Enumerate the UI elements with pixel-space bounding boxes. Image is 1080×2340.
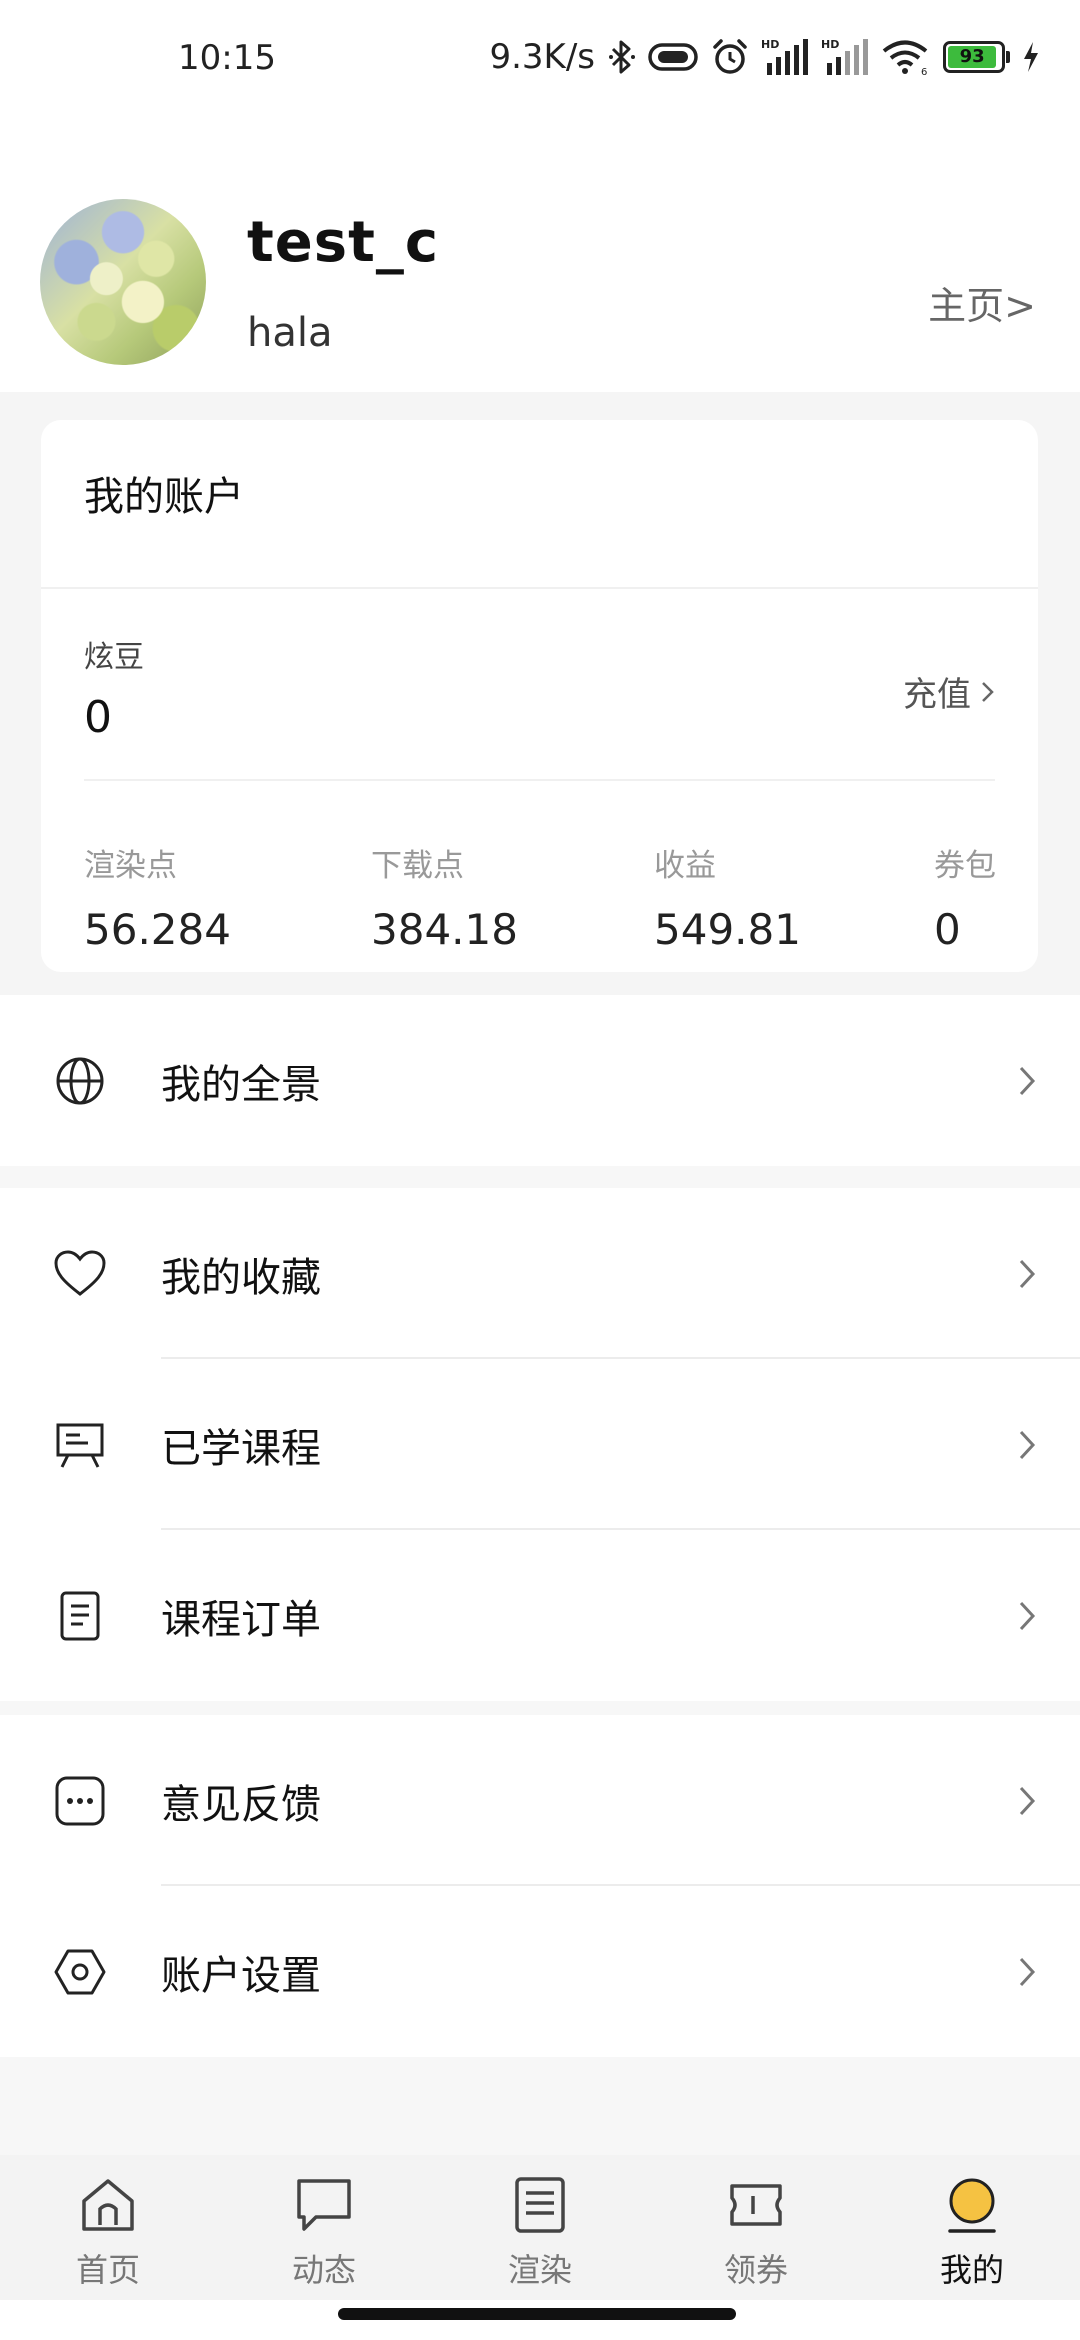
stat-value: 0 <box>934 905 961 954</box>
menu-group-learning: 我的收藏 已学课程 课程订单 <box>0 1188 1080 1701</box>
status-icons: 9.3K/s HD HD 6 93 <box>489 34 1040 80</box>
chevron-right-icon <box>1019 1601 1036 1630</box>
chat-dots-icon <box>52 1773 108 1829</box>
tab-label: 我的 <box>939 2251 1004 2289</box>
signal-hd-icon: HD <box>821 37 869 77</box>
globe-icon <box>52 1053 108 1109</box>
recharge-label: 充值 <box>903 675 971 715</box>
divider <box>84 779 995 781</box>
menu-group-panorama: 我的全景 <box>0 995 1080 1166</box>
svg-text:HD: HD <box>821 38 839 51</box>
wifi-icon: 6 <box>881 38 931 76</box>
svg-text:6: 6 <box>921 67 927 76</box>
bluetooth-icon <box>609 39 635 75</box>
account-title: 我的账户 <box>84 474 244 520</box>
menu-item-feedback[interactable]: 意见反馈 <box>0 1715 1080 1886</box>
hexagon-settings-icon <box>52 1944 108 2000</box>
chevron-right-icon <box>1019 1259 1036 1288</box>
bottom-tab-bar: 首页 动态 渲染 领券 我的 <box>0 2155 1080 2300</box>
tab-label: 渲染 <box>507 2251 572 2289</box>
menu-item-course-orders[interactable]: 课程订单 <box>0 1530 1080 1701</box>
heart-icon <box>52 1246 108 1302</box>
menu-label: 我的收藏 <box>161 1254 321 1301</box>
home-icon <box>76 2173 140 2237</box>
menu-group-support: 意见反馈 账户设置 <box>0 1715 1080 2057</box>
tab-label: 动态 <box>291 2251 356 2289</box>
stat-label: 渲染点 <box>84 848 177 884</box>
chevron-right-icon <box>1019 1430 1036 1459</box>
presentation-board-icon <box>52 1417 108 1473</box>
chevron-right-icon <box>1019 1957 1036 1986</box>
stat-render-points[interactable]: 渲染点 56.284 <box>84 840 231 954</box>
stat-label: 券包 <box>934 848 996 884</box>
network-speed: 9.3K/s <box>489 37 595 77</box>
profile-page: 10:15 9.3K/s HD HD 6 93 test_c hala 主页> … <box>0 0 1080 2340</box>
tab-mine[interactable]: 我的 <box>864 2155 1080 2300</box>
home-indicator[interactable] <box>338 2308 736 2320</box>
tab-label: 首页 <box>75 2251 140 2289</box>
menu-label: 我的全景 <box>161 1061 321 1108</box>
stat-label: 收益 <box>654 848 716 884</box>
ticket-icon <box>724 2173 788 2237</box>
username: test_c <box>247 210 440 275</box>
bean-value: 0 <box>84 692 112 743</box>
message-icon <box>292 2173 356 2237</box>
profile-header: test_c hala 主页> <box>0 120 1080 392</box>
alarm-icon <box>711 38 749 76</box>
tab-coupons[interactable]: 领券 <box>648 2155 864 2300</box>
status-bar: 10:15 9.3K/s HD HD 6 93 <box>0 0 1080 120</box>
divider <box>41 587 1038 589</box>
stat-earnings[interactable]: 收益 549.81 <box>654 840 801 954</box>
chevron-right-icon <box>982 681 994 702</box>
vibrate-icon <box>647 40 699 74</box>
document-icon <box>52 1588 108 1644</box>
profile-circle-icon <box>940 2173 1004 2237</box>
tab-render[interactable]: 渲染 <box>432 2155 648 2300</box>
gesture-area <box>0 2300 1080 2340</box>
menu-item-favorites[interactable]: 我的收藏 <box>0 1188 1080 1359</box>
stat-value: 56.284 <box>84 905 231 954</box>
stat-coupon-pack[interactable]: 券包 0 <box>934 840 996 954</box>
list-icon <box>508 2173 572 2237</box>
svg-text:HD: HD <box>761 38 779 51</box>
stat-value: 384.18 <box>371 905 518 954</box>
menu-label: 账户设置 <box>161 1952 321 1999</box>
charging-icon <box>1022 41 1040 73</box>
stat-label: 下载点 <box>371 848 464 884</box>
chevron-right-icon <box>1019 1066 1036 1095</box>
tab-home[interactable]: 首页 <box>0 2155 216 2300</box>
menu-label: 意见反馈 <box>161 1781 321 1828</box>
stat-download-points[interactable]: 下载点 384.18 <box>371 840 518 954</box>
avatar[interactable] <box>40 199 206 365</box>
stat-value: 549.81 <box>654 905 801 954</box>
menu-item-my-panorama[interactable]: 我的全景 <box>0 995 1080 1166</box>
menu-label: 已学课程 <box>161 1425 321 1472</box>
account-section: 我的账户 炫豆 0 充值 渲染点 56.284 下载点 384.18 收益 54… <box>0 392 1080 995</box>
user-bio: hala <box>247 310 333 356</box>
menu-item-learned-courses[interactable]: 已学课程 <box>0 1359 1080 1530</box>
status-time: 10:15 <box>178 38 276 78</box>
bean-label: 炫豆 <box>84 640 144 675</box>
tab-label: 领券 <box>723 2251 788 2289</box>
tab-feed[interactable]: 动态 <box>216 2155 432 2300</box>
homepage-link[interactable]: 主页> <box>928 275 1036 330</box>
battery-icon: 93 <box>943 41 1010 73</box>
chevron-right-icon <box>1019 1786 1036 1815</box>
menu-label: 课程订单 <box>161 1596 321 1643</box>
account-card: 我的账户 炫豆 0 充值 渲染点 56.284 下载点 384.18 收益 54… <box>41 420 1038 972</box>
menu-item-account-settings[interactable]: 账户设置 <box>0 1886 1080 2057</box>
recharge-button[interactable]: 充值 <box>903 667 995 716</box>
battery-level: 93 <box>959 46 985 67</box>
signal-hd-icon: HD <box>761 37 809 77</box>
